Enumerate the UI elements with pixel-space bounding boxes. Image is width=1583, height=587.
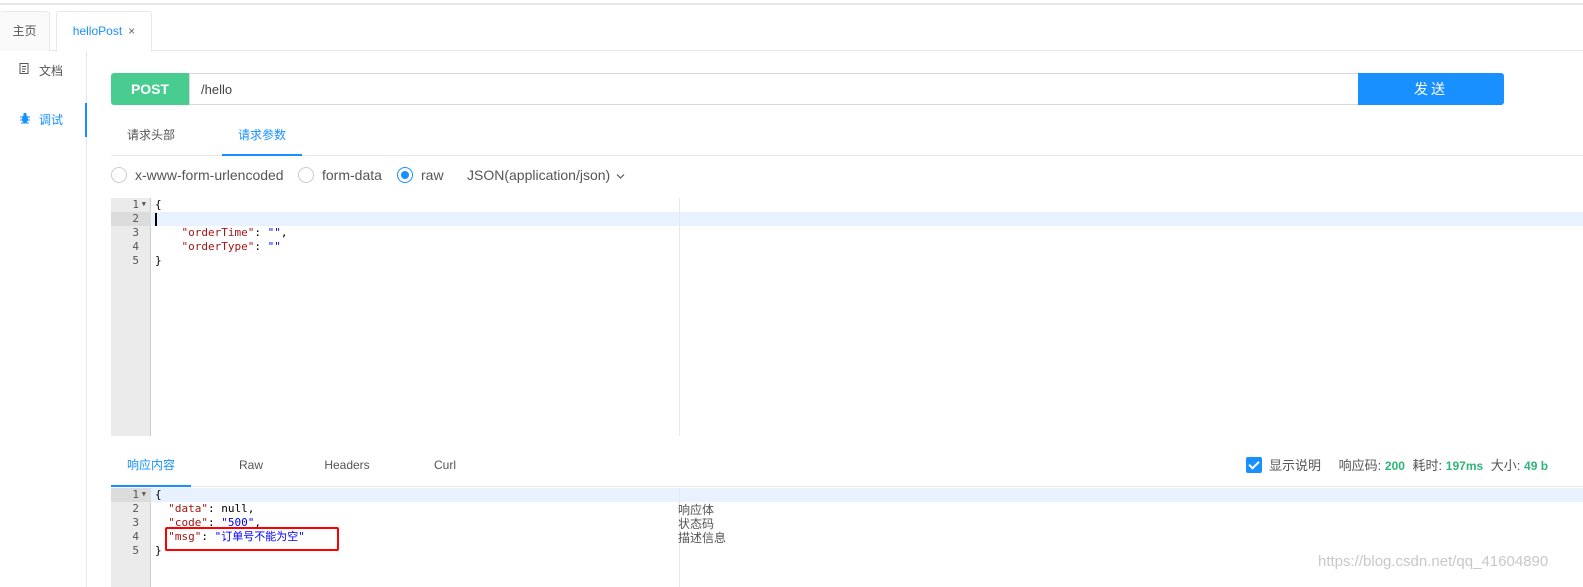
line-number: 2 [132, 502, 139, 515]
active-line-highlight [151, 488, 1583, 502]
radio-circle [298, 167, 314, 184]
line-number: 3 [132, 226, 139, 239]
chevron-down-icon [612, 167, 625, 183]
radio-label: form-data [322, 167, 382, 183]
tab-response-content[interactable]: 响应内容 [111, 447, 191, 487]
line-number: 5 [132, 254, 139, 267]
content-type-select[interactable]: JSON(application/json) [467, 165, 625, 187]
code-line: { [155, 198, 162, 211]
method-badge[interactable]: POST [111, 73, 189, 105]
tab-request-headers[interactable]: 请求头部 [111, 118, 191, 156]
show-desc-label: 显示说明 [1269, 458, 1322, 473]
document-icon [19, 54, 33, 88]
radio-raw[interactable]: raw [397, 165, 444, 187]
show-desc-checkbox[interactable] [1246, 456, 1262, 473]
size-label: 大小: [1490, 458, 1521, 473]
status-code-label: 响应码: [1338, 458, 1382, 473]
tab-home-label: 主页 [12, 24, 37, 38]
field-note: 描述信息 [678, 531, 727, 545]
tab-raw[interactable]: Raw [211, 447, 291, 487]
print-margin [679, 198, 680, 436]
bug-icon [19, 103, 33, 137]
url-input[interactable] [189, 73, 1359, 105]
field-note: 响应体 [678, 503, 715, 517]
code-line: { [155, 488, 162, 501]
code-line: } [155, 254, 162, 267]
tab-hellopost-label: helloPost [72, 24, 123, 38]
active-line-highlight [151, 212, 1583, 226]
tab-home[interactable]: 主页 [0, 11, 50, 51]
tab-headers[interactable]: Headers [307, 447, 387, 487]
response-info: 显示说明 响应码: 200 耗时: 197ms 大小: 49 b [1246, 456, 1548, 476]
tab-hellopost[interactable]: helloPost × [56, 11, 152, 52]
sidebar-item-label: 调试 [39, 113, 64, 127]
tab-curl[interactable]: Curl [405, 447, 485, 487]
radio-circle-selected [397, 167, 413, 184]
radio-urlencoded[interactable]: x-www-form-urlencoded [111, 165, 284, 187]
tab-bar: 主页 helloPost × [0, 11, 1583, 52]
code-line: "orderTime": "", [181, 226, 288, 239]
field-note: 状态码 [678, 517, 715, 531]
editor-gutter: 1 ▼ 2 3 4 5 [111, 488, 151, 587]
sidebar-item-label: 文档 [39, 64, 64, 78]
code-line: } [155, 544, 162, 557]
radio-label: raw [421, 167, 444, 183]
top-border [0, 3, 1583, 5]
line-number: 4 [132, 240, 139, 253]
sidebar-item-debug[interactable]: 调试 [0, 103, 87, 137]
line-number: 3 [132, 516, 139, 529]
close-icon[interactable]: × [128, 24, 135, 38]
request-body-editor[interactable]: 1 ▼ 2 3 4 5 { "orderTime": "", "orderTyp… [111, 198, 1583, 436]
radio-form-data[interactable]: form-data [298, 165, 382, 187]
status-code-value: 200 [1384, 459, 1405, 473]
fold-arrow-icon[interactable]: ▼ [142, 490, 146, 498]
send-button[interactable]: 发送 [1358, 73, 1504, 105]
sidebar-item-docs[interactable]: 文档 [0, 54, 87, 88]
code-line: "orderType": "" [181, 240, 281, 253]
elapsed-label: 耗时: [1412, 458, 1443, 473]
line-number: 4 [132, 530, 139, 543]
elapsed-value: 197ms [1445, 459, 1484, 473]
watermark: https://blog.csdn.net/qq_41604890 [1318, 553, 1549, 570]
radio-circle [111, 167, 127, 184]
size-value: 49 b [1524, 459, 1549, 473]
highlight-annotation-box [165, 527, 339, 551]
line-number: 5 [132, 544, 139, 557]
code-line: "data": null, [168, 502, 255, 515]
editor-gutter: 1 ▼ 2 3 4 5 [111, 198, 151, 436]
tab-request-params[interactable]: 请求参数 [222, 118, 302, 156]
line-number: 2 [111, 212, 151, 226]
request-tabs: 请求头部 请求参数 [111, 118, 1583, 156]
content-type-label: JSON(application/json) [467, 167, 611, 183]
fold-arrow-icon[interactable]: ▼ [142, 200, 146, 208]
sidebar: 文档 调试 [0, 51, 87, 587]
radio-label: x-www-form-urlencoded [135, 167, 284, 183]
text-caret [155, 213, 157, 226]
